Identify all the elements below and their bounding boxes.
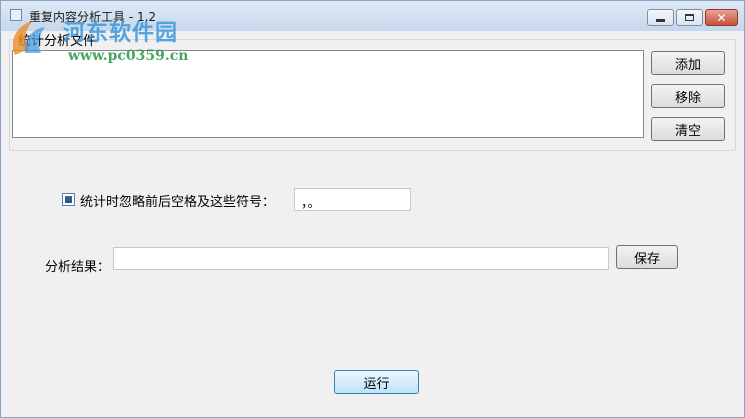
result-label: 分析结果： xyxy=(45,260,111,275)
ignore-checkbox[interactable] xyxy=(62,193,75,206)
window-controls: ✕ xyxy=(647,9,738,26)
checkbox-fill-indicator xyxy=(65,196,72,203)
watermark-url: www.pc0359.cn xyxy=(68,48,189,64)
symbols-input[interactable]: ，。 xyxy=(294,188,411,211)
minimize-button[interactable] xyxy=(647,9,674,26)
ignore-label: 统计时忽略前后空格及这些符号： xyxy=(80,195,276,210)
minimize-icon xyxy=(656,19,665,22)
add-button[interactable]: 添加 xyxy=(651,51,725,75)
clear-button[interactable]: 清空 xyxy=(651,117,725,141)
save-button[interactable]: 保存 xyxy=(616,245,678,269)
app-window: 重复内容分析工具 - 1.2 ✕ 统计分析文件 添加 移除 清空 统计时忽略前后… xyxy=(0,0,745,418)
close-button[interactable]: ✕ xyxy=(705,9,738,26)
maximize-button[interactable] xyxy=(676,9,703,26)
close-icon: ✕ xyxy=(716,10,727,25)
remove-button[interactable]: 移除 xyxy=(651,84,725,108)
watermark-brand: 河东软件园 xyxy=(63,21,179,46)
watermark-logo-icon xyxy=(12,21,45,55)
run-button[interactable]: 运行 xyxy=(334,370,419,394)
maximize-icon xyxy=(685,14,694,21)
result-field[interactable] xyxy=(113,247,609,270)
